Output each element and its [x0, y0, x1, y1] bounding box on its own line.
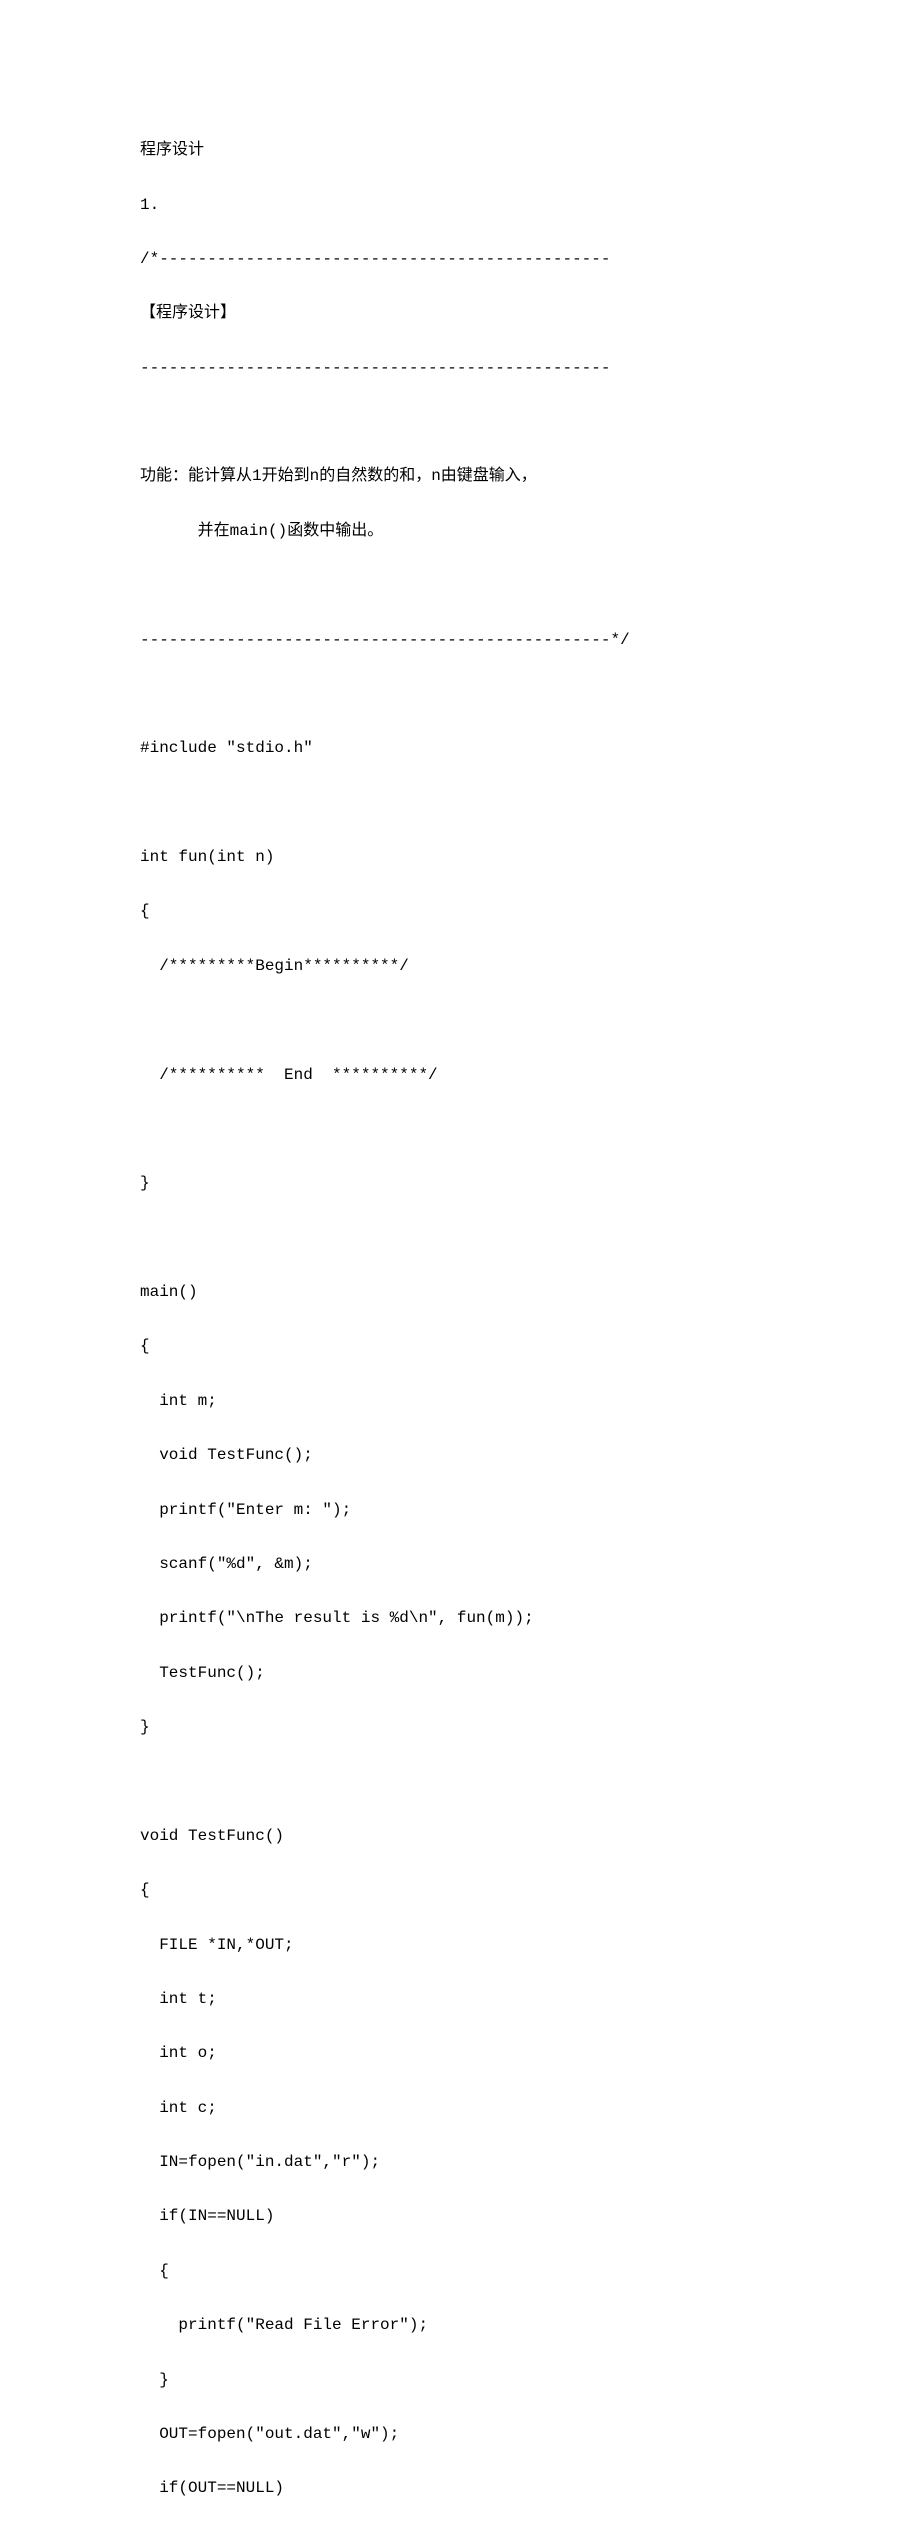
code-line: 程序设计: [140, 137, 780, 164]
code-line: if(OUT==NULL): [140, 2475, 780, 2502]
code-line: [140, 1116, 780, 1143]
code-line: scanf("%d", &m);: [140, 1551, 780, 1578]
code-line: printf("Enter m: ");: [140, 1497, 780, 1524]
code-line: 功能：能计算从1开始到n的自然数的和，n由键盘输入，: [140, 463, 780, 490]
code-line: void TestFunc(): [140, 1823, 780, 1850]
code-line: OUT=fopen("out.dat","w");: [140, 2421, 780, 2448]
code-line: int c;: [140, 2095, 780, 2122]
code-line: [140, 1007, 780, 1034]
code-line: ----------------------------------------…: [140, 627, 780, 654]
document-content: 程序设计 1. /*------------------------------…: [140, 110, 780, 2530]
code-line: /*--------------------------------------…: [140, 246, 780, 273]
code-line: [140, 1225, 780, 1252]
code-line: {: [140, 2258, 780, 2285]
code-line: [140, 1768, 780, 1795]
code-line: FILE *IN,*OUT;: [140, 1932, 780, 1959]
code-line: }: [140, 2367, 780, 2394]
code-line: void TestFunc();: [140, 1442, 780, 1469]
code-line: /********** End **********/: [140, 1062, 780, 1089]
code-line: [140, 409, 780, 436]
code-line: ----------------------------------------…: [140, 355, 780, 382]
code-line: {: [140, 898, 780, 925]
code-line: printf("\nThe result is %d\n", fun(m));: [140, 1605, 780, 1632]
code-line: TestFunc();: [140, 1660, 780, 1687]
code-line: [140, 681, 780, 708]
code-line: main(): [140, 1279, 780, 1306]
code-line: int fun(int n): [140, 844, 780, 871]
code-line: {: [140, 1333, 780, 1360]
code-line: int t;: [140, 1986, 780, 2013]
code-line: [140, 790, 780, 817]
code-line: 1.: [140, 192, 780, 219]
code-line: printf("Read File Error");: [140, 2312, 780, 2339]
code-line: }: [140, 1170, 780, 1197]
code-line: #include "stdio.h": [140, 735, 780, 762]
code-line: int m;: [140, 1388, 780, 1415]
code-line: 并在main()函数中输出。: [140, 518, 780, 545]
code-line: int o;: [140, 2040, 780, 2067]
code-line: /*********Begin**********/: [140, 953, 780, 980]
code-line: if(IN==NULL): [140, 2203, 780, 2230]
code-line: 【程序设计】: [140, 300, 780, 327]
code-line: [140, 572, 780, 599]
code-line: {: [140, 1877, 780, 1904]
code-line: IN=fopen("in.dat","r");: [140, 2149, 780, 2176]
code-line: }: [140, 1714, 780, 1741]
